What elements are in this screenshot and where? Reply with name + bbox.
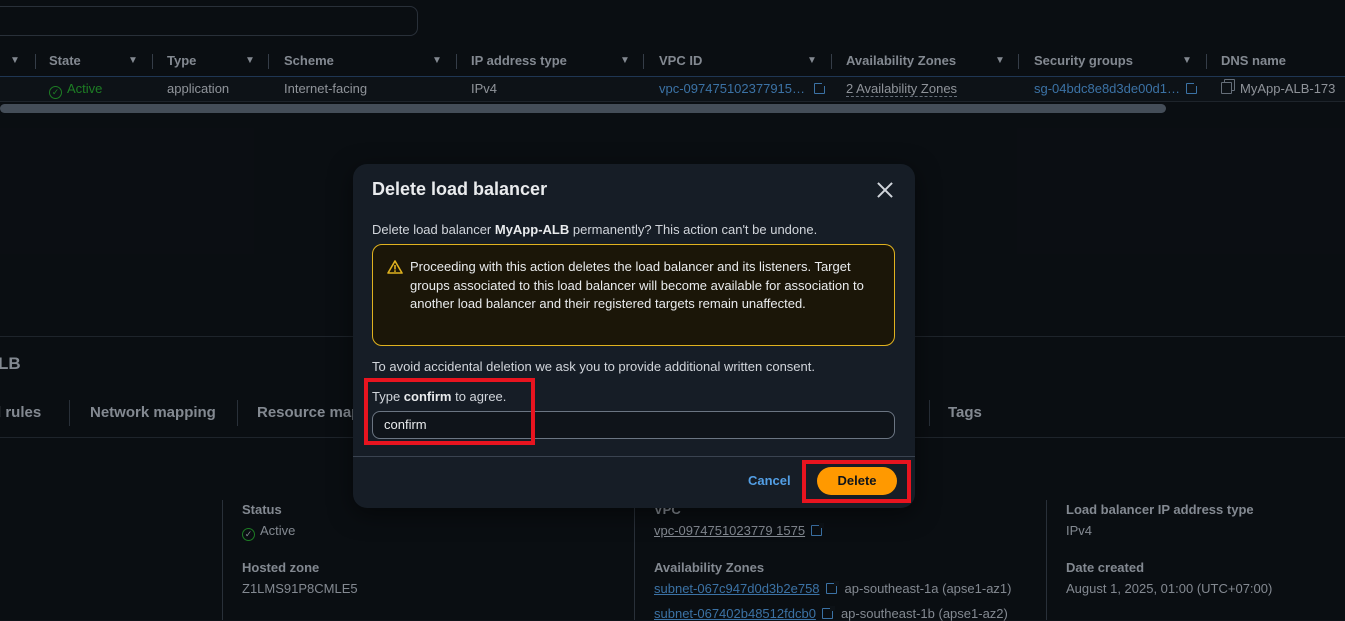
lb-name: MyApp-ALB: [494, 222, 570, 237]
highlight-box-delete: [802, 460, 911, 503]
modal-description: Delete load balancer MyApp-ALB permanent…: [372, 222, 817, 237]
delete-load-balancer-modal: Delete load balancer Delete load balance…: [353, 164, 915, 508]
warning-alert: Proceeding with this action deletes the …: [372, 244, 895, 346]
desc-suffix: permanently? This action can't be undone…: [569, 222, 818, 237]
desc-prefix: Delete load balancer: [372, 222, 495, 237]
warning-icon: [387, 260, 403, 274]
close-icon[interactable]: [875, 180, 895, 200]
highlight-box-confirm: [364, 378, 535, 445]
modal-title: Delete load balancer: [372, 179, 548, 199]
modal-footer-divider: [353, 456, 915, 457]
consent-text: To avoid accidental deletion we ask you …: [372, 359, 815, 374]
cancel-button[interactable]: Cancel: [748, 473, 791, 488]
warning-text: Proceeding with this action deletes the …: [410, 259, 864, 311]
